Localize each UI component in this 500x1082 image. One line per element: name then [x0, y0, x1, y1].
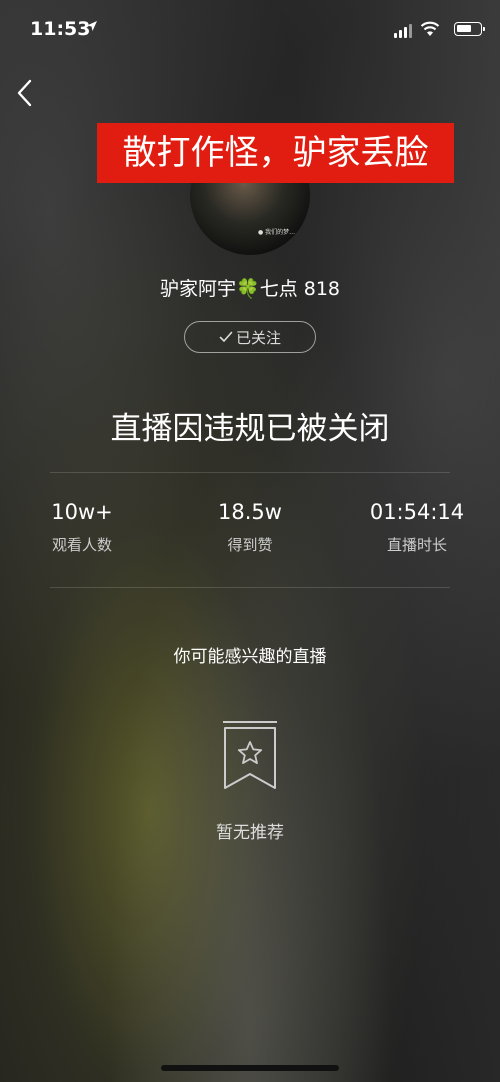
recommend-title: 你可能感兴趣的直播 [173, 647, 327, 667]
stat-likes: 18.5w 得到赞 [180, 500, 320, 555]
status-bar: 11:53 [0, 0, 500, 60]
stat-duration-label: 直播时长 [386, 536, 447, 554]
stream-closed-title: 直播因违规已被关闭 [110, 411, 390, 447]
no-recommendation-text: 暂无推荐 [216, 823, 284, 843]
back-button[interactable] [14, 78, 38, 108]
follow-button[interactable]: 已关注 [184, 321, 316, 353]
bookmark-star-icon [221, 720, 279, 796]
divider-bottom [50, 587, 450, 588]
divider-top [50, 472, 450, 473]
check-icon [219, 331, 233, 343]
stat-duration-value: 01:54:14 [369, 500, 465, 524]
clover-icon: 🍀 [236, 278, 260, 300]
follow-label: 已关注 [235, 328, 281, 347]
stat-likes-value: 18.5w [218, 500, 282, 524]
streamer-name: 驴家阿宇 [160, 278, 237, 300]
caption-banner: 散打作怪，驴家丢脸 [97, 123, 454, 183]
battery-icon [454, 22, 485, 36]
location-arrow-icon [86, 20, 98, 36]
stat-duration: 01:54:14 直播时长 [347, 500, 487, 555]
streamer-name-row: 驴家阿宇🍀七点 818 [0, 274, 500, 301]
chevron-left-icon [17, 79, 32, 107]
stat-viewers-value: 10w+ [51, 500, 113, 524]
stat-likes-label: 得到赞 [227, 536, 273, 554]
stat-viewers-label: 观看人数 [51, 536, 112, 554]
avatar-caption: ● 我们的梦… [258, 229, 296, 236]
cellular-signal-icon [394, 24, 412, 38]
wifi-icon [420, 21, 440, 41]
stat-viewers: 10w+ 观看人数 [12, 500, 152, 555]
streamer-name-suffix: 七点 818 [259, 278, 340, 300]
status-time: 11:53 [30, 18, 91, 40]
home-indicator[interactable] [161, 1065, 339, 1071]
